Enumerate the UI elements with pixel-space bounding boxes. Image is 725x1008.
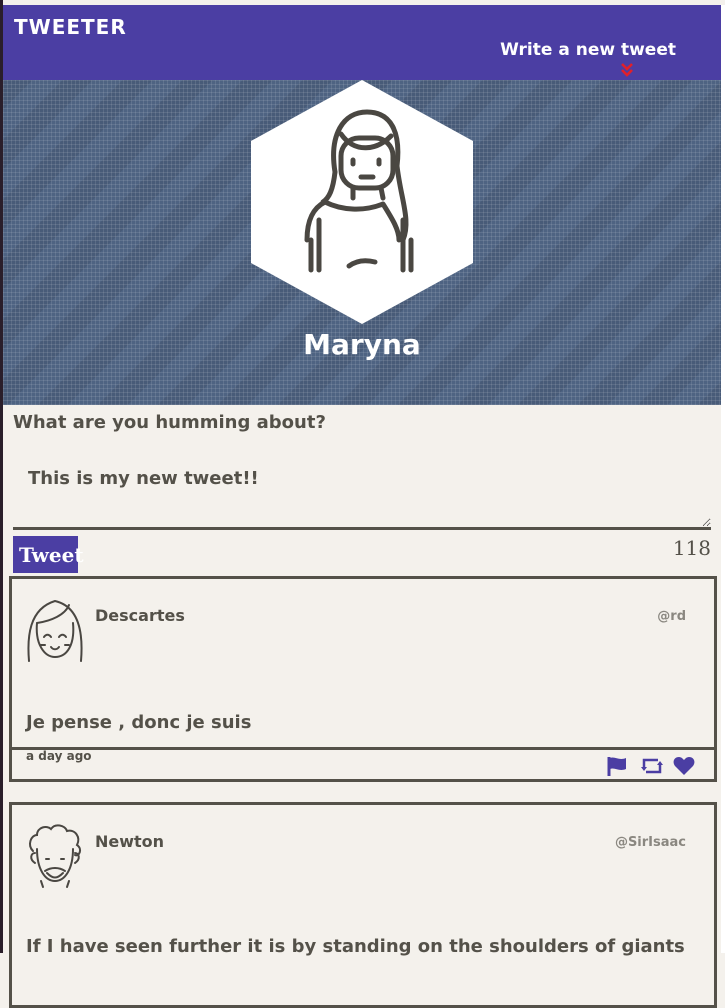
write-new-tweet-button[interactable]: Write a new tweet bbox=[500, 40, 676, 60]
navbar: TWEETER Write a new tweet bbox=[3, 5, 721, 80]
girl-avatar-icon bbox=[27, 599, 83, 662]
tweet-footer: a day ago bbox=[9, 747, 717, 780]
curly-hair-avatar-icon bbox=[29, 824, 82, 888]
character-counter: 118 bbox=[672, 536, 711, 560]
tweet-card: Newton @SirIsaac If I have seen further … bbox=[9, 802, 717, 1008]
tweet-author-handle: @SirIsaac bbox=[614, 835, 686, 850]
scrollbar-track[interactable] bbox=[721, 5, 725, 953]
tweet-textarea[interactable]: This is my new tweet!! bbox=[13, 450, 711, 530]
tweet-text: Je pense , donc je suis bbox=[26, 712, 252, 733]
profile-name: Maryna bbox=[303, 328, 421, 361]
tweet-text: If I have seen further it is by standing… bbox=[26, 936, 685, 957]
woman-avatar-icon bbox=[251, 80, 473, 324]
heart-icon[interactable] bbox=[673, 756, 695, 776]
tweet-actions bbox=[607, 756, 695, 776]
profile-header: Maryna bbox=[3, 80, 721, 405]
double-chevron-down-icon[interactable] bbox=[620, 62, 634, 78]
brand-logo[interactable]: TWEETER bbox=[14, 15, 127, 39]
tweet-card: Descartes @rd Je pense , donc je suis a … bbox=[9, 576, 717, 782]
tweet-author-name: Descartes bbox=[95, 606, 185, 625]
tweet-author-handle: @rd bbox=[657, 609, 686, 624]
tweet-submit-button[interactable]: Tweet bbox=[13, 536, 84, 573]
write-new-tweet-label: Write a new tweet bbox=[500, 40, 676, 60]
tweet-timestamp: a day ago bbox=[26, 749, 92, 763]
composer-label: What are you humming about? bbox=[13, 412, 326, 433]
flag-icon[interactable] bbox=[607, 756, 628, 776]
retweet-icon[interactable] bbox=[640, 756, 663, 776]
tweet-author-name: Newton bbox=[95, 832, 165, 851]
